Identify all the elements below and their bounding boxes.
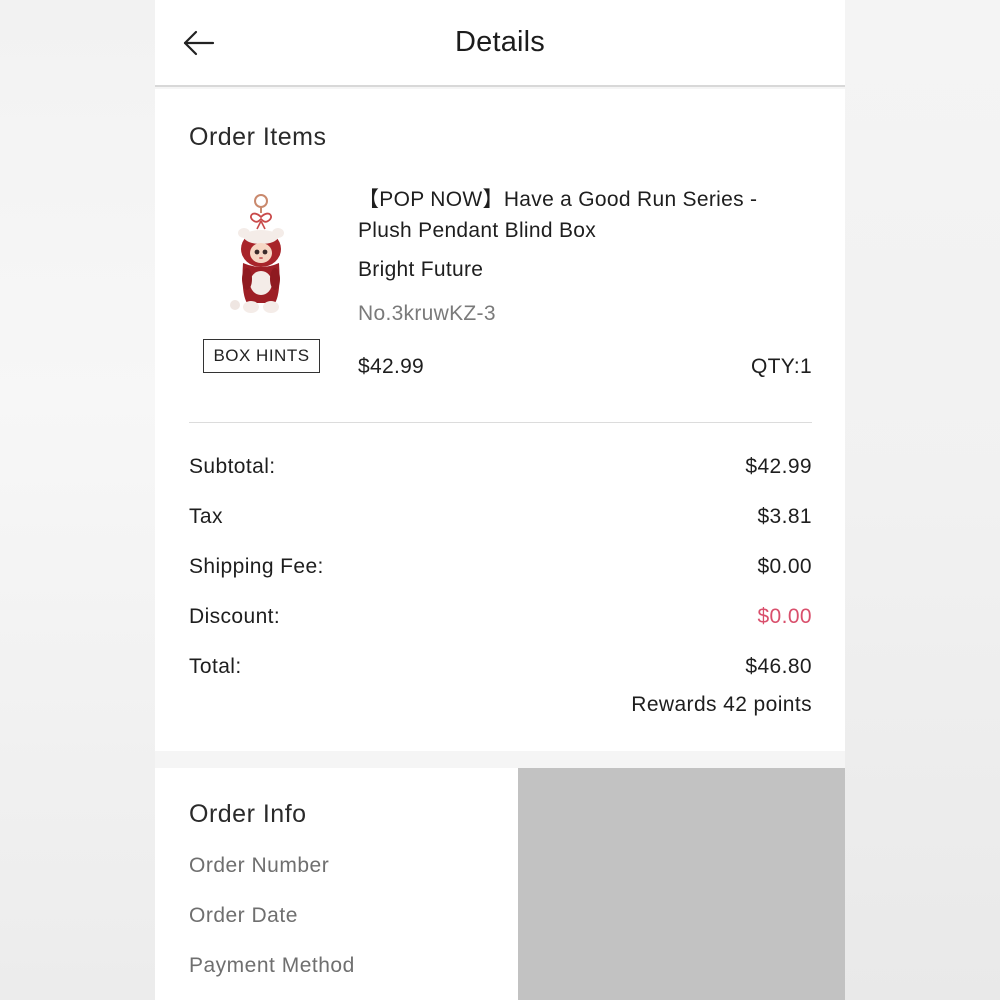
redacted-block (518, 768, 845, 1000)
tax-value: $3.81 (757, 505, 812, 528)
shipping-row: Shipping Fee: $0.00 (189, 555, 812, 585)
payment-method-label: Payment Method (189, 954, 355, 977)
box-hints-button[interactable]: BOX HINTS (203, 339, 320, 373)
order-items-title: Order Items (189, 123, 327, 151)
rewards-points: Rewards 42 points (631, 693, 812, 716)
subtotal-row: Subtotal: $42.99 (189, 455, 812, 485)
background-right (845, 0, 1000, 1000)
background-left (0, 0, 155, 1000)
subtotal-value: $42.99 (745, 455, 812, 478)
header-bar: Details (155, 0, 845, 87)
order-date-label: Order Date (189, 904, 298, 927)
product-name[interactable]: 【POP NOW】Have a Good Run Series - Plush … (358, 184, 808, 246)
shipping-label: Shipping Fee: (189, 555, 324, 578)
divider (189, 422, 812, 423)
product-number: No.3kruwKZ-3 (358, 302, 496, 325)
page-title: Details (454, 26, 546, 58)
total-label: Total: (189, 655, 242, 678)
discount-value: $0.00 (757, 605, 812, 628)
subtotal-label: Subtotal: (189, 455, 276, 478)
order-number-label: Order Number (189, 854, 330, 877)
product-price: $42.99 (358, 355, 425, 378)
tax-row: Tax $3.81 (189, 505, 812, 535)
product-image[interactable] (227, 193, 295, 317)
product-quantity: QTY:1 (750, 355, 812, 378)
tax-label: Tax (189, 505, 223, 528)
discount-label: Discount: (189, 605, 281, 628)
total-value: $46.80 (745, 655, 812, 678)
order-items-card: Order Items BOX HINTS 【POP NOW】Have a Go… (155, 89, 845, 751)
product-variant: Bright Future (358, 258, 484, 281)
app-screen: Details Order Items BOX HINTS 【POP NOW】H… (155, 0, 845, 1000)
shipping-value: $0.00 (757, 555, 812, 578)
discount-row: Discount: $0.00 (189, 605, 812, 635)
total-row: Total: $46.80 (189, 655, 812, 685)
order-info-title: Order Info (189, 800, 307, 828)
